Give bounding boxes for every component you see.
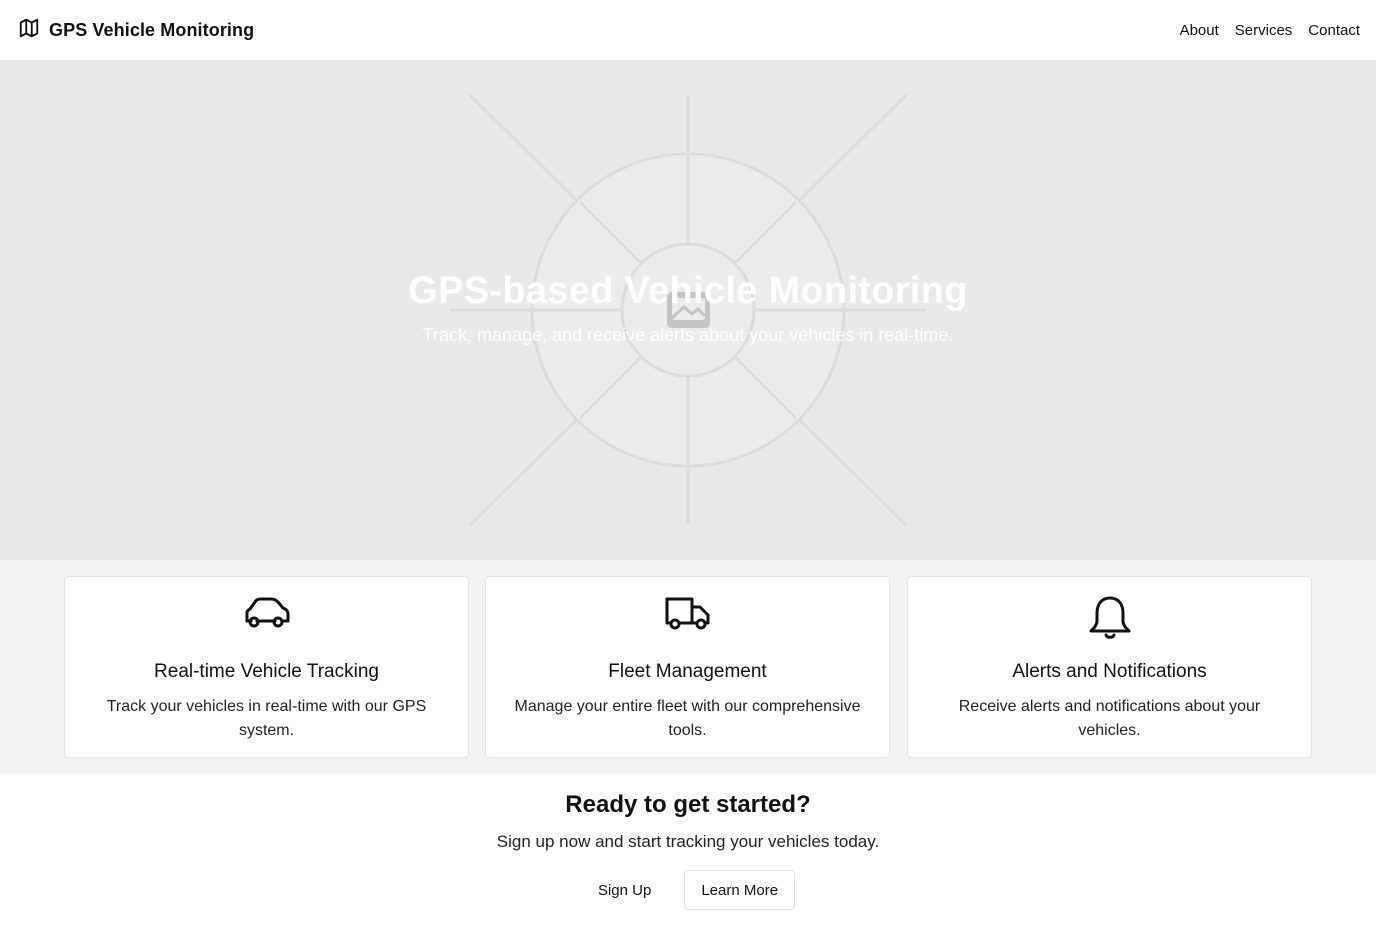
main-nav: About Services Contact (1180, 22, 1360, 39)
hero-text: GPS-based Vehicle Monitoring Track, mana… (0, 270, 1376, 346)
hero-subtitle: Track, manage, and receive alerts about … (422, 325, 954, 345)
feature-card-fleet: Fleet Management Manage your entire flee… (485, 576, 890, 758)
feature-title: Real-time Vehicle Tracking (154, 661, 379, 682)
nav-about-link[interactable]: About (1180, 22, 1219, 39)
bell-icon (908, 595, 1311, 641)
nav-services-link[interactable]: Services (1235, 22, 1293, 39)
hero-title: GPS-based Vehicle Monitoring (408, 270, 968, 312)
site-header: GPS Vehicle Monitoring About Services Co… (0, 0, 1376, 60)
truck-icon (486, 595, 889, 633)
brand-title: GPS Vehicle Monitoring (49, 19, 255, 40)
feature-title: Alerts and Notifications (1012, 661, 1207, 682)
hero-section: GPS-based Vehicle Monitoring Track, mana… (0, 60, 1376, 560)
feature-title: Fleet Management (608, 661, 767, 682)
learn-more-button[interactable]: Learn More (684, 870, 796, 910)
feature-description: Receive alerts and notifications about y… (958, 698, 1261, 739)
map-icon (18, 17, 40, 44)
cta-subtitle: Sign up now and start tracking your vehi… (496, 832, 880, 851)
cta-title: Ready to get started? (565, 791, 811, 818)
cta-section: Ready to get started? Sign up now and st… (0, 774, 1376, 926)
brand-link[interactable]: GPS Vehicle Monitoring (18, 17, 254, 44)
feature-description: Manage your entire fleet with our compre… (514, 698, 861, 739)
sign-up-button[interactable]: Sign Up (580, 870, 669, 910)
car-icon (65, 595, 468, 633)
nav-contact-link[interactable]: Contact (1308, 22, 1360, 39)
features-section: Real-time Vehicle Tracking Track your ve… (0, 560, 1376, 774)
feature-card-alerts: Alerts and Notifications Receive alerts … (907, 576, 1312, 758)
feature-description: Track your vehicles in real-time with ou… (106, 698, 427, 739)
feature-card-tracking: Real-time Vehicle Tracking Track your ve… (64, 576, 469, 758)
cta-buttons: Sign Up Learn More (0, 870, 1376, 910)
